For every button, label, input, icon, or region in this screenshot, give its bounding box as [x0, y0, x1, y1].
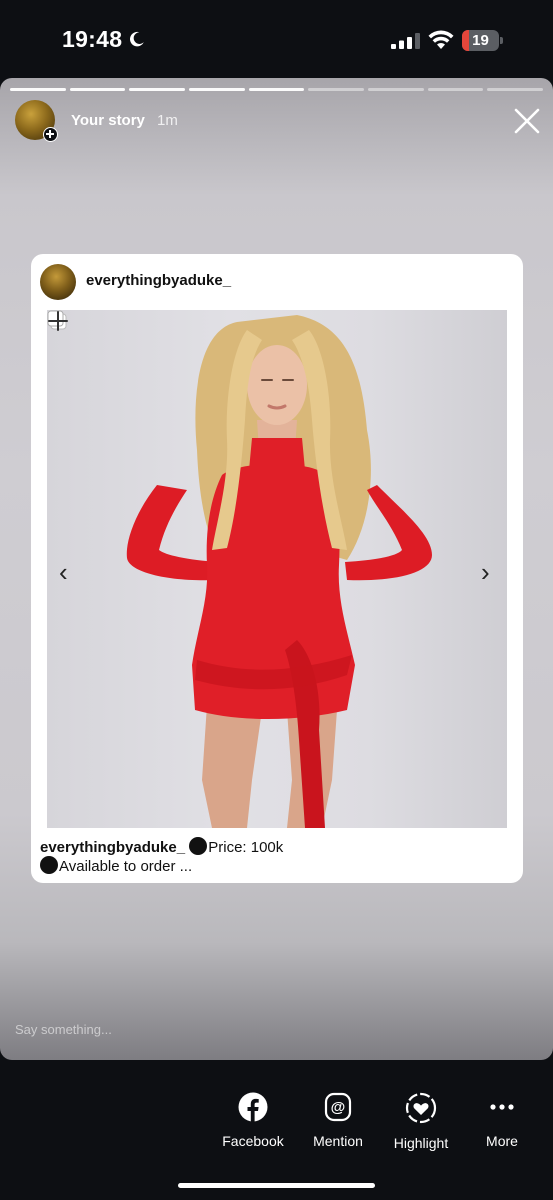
clock: 19:48	[62, 26, 123, 52]
story-progress-segment	[10, 88, 66, 91]
add-story-icon[interactable]	[43, 127, 58, 142]
facebook-button[interactable]: Facebook	[208, 1092, 298, 1149]
status-bar: 19:48 19	[0, 0, 553, 78]
story-progress-segment	[129, 88, 186, 91]
more-icon	[490, 1104, 514, 1110]
reply-input[interactable]: Say something...	[15, 1022, 112, 1037]
story-username[interactable]: Your story	[71, 112, 145, 129]
story-progress-segment	[248, 88, 305, 91]
black-circle-emoji	[189, 837, 208, 855]
post-caption: everythingbyaduke_ Price: 100k Available…	[40, 837, 510, 875]
plus-icon[interactable]	[47, 310, 69, 332]
caption-price: Price: 100k	[208, 839, 284, 856]
story-progress-segment	[487, 88, 544, 91]
wifi-icon	[428, 30, 454, 49]
highlight-button[interactable]: Highlight	[376, 1092, 466, 1151]
more-label: More	[486, 1133, 518, 1149]
caption-username: everythingbyaduke_	[40, 839, 186, 856]
caption-availability: Available to order ...	[59, 858, 193, 875]
next-image-button[interactable]: ›	[481, 559, 490, 585]
cellular-signal-icon	[391, 33, 420, 49]
highlight-label: Highlight	[393, 1135, 449, 1151]
moon-icon	[130, 31, 144, 47]
battery-level: 19	[472, 32, 489, 49]
home-indicator[interactable]	[178, 1183, 375, 1188]
shared-post-card[interactable]: everythingbyaduke_ ‹ › everythingbyaduke…	[31, 254, 523, 883]
previous-image-button[interactable]: ‹	[59, 559, 68, 585]
model-in-red-dress-illustration	[126, 315, 432, 828]
story-progress-segment	[308, 88, 365, 91]
story-progress-segment	[368, 88, 424, 91]
post-photo: ‹ ›	[47, 310, 507, 828]
battery-indicator: 19	[462, 30, 504, 51]
story-viewer[interactable]: Your story 1m everythingbyaduke_ ‹ › eve…	[0, 78, 553, 1060]
close-icon[interactable]	[513, 107, 541, 135]
highlight-icon	[405, 1092, 437, 1124]
post-username: everythingbyaduke_	[86, 272, 232, 289]
story-progress-segment	[69, 88, 126, 91]
mention-button[interactable]: @ Mention	[293, 1092, 383, 1149]
more-button[interactable]: More	[457, 1092, 547, 1149]
black-circle-emoji	[40, 856, 58, 874]
facebook-icon	[238, 1092, 268, 1122]
story-actions-bar: Facebook @ Mention Highlight More	[0, 1060, 553, 1200]
svg-text:@: @	[331, 1099, 346, 1116]
story-timestamp: 1m	[157, 112, 178, 129]
post-avatar	[40, 264, 76, 300]
story-progress-bar	[10, 88, 544, 91]
mention-label: Mention	[313, 1133, 363, 1149]
story-progress-segment	[189, 88, 245, 91]
mention-icon: @	[324, 1092, 352, 1122]
story-progress-segment	[427, 88, 484, 91]
facebook-label: Facebook	[222, 1133, 284, 1149]
